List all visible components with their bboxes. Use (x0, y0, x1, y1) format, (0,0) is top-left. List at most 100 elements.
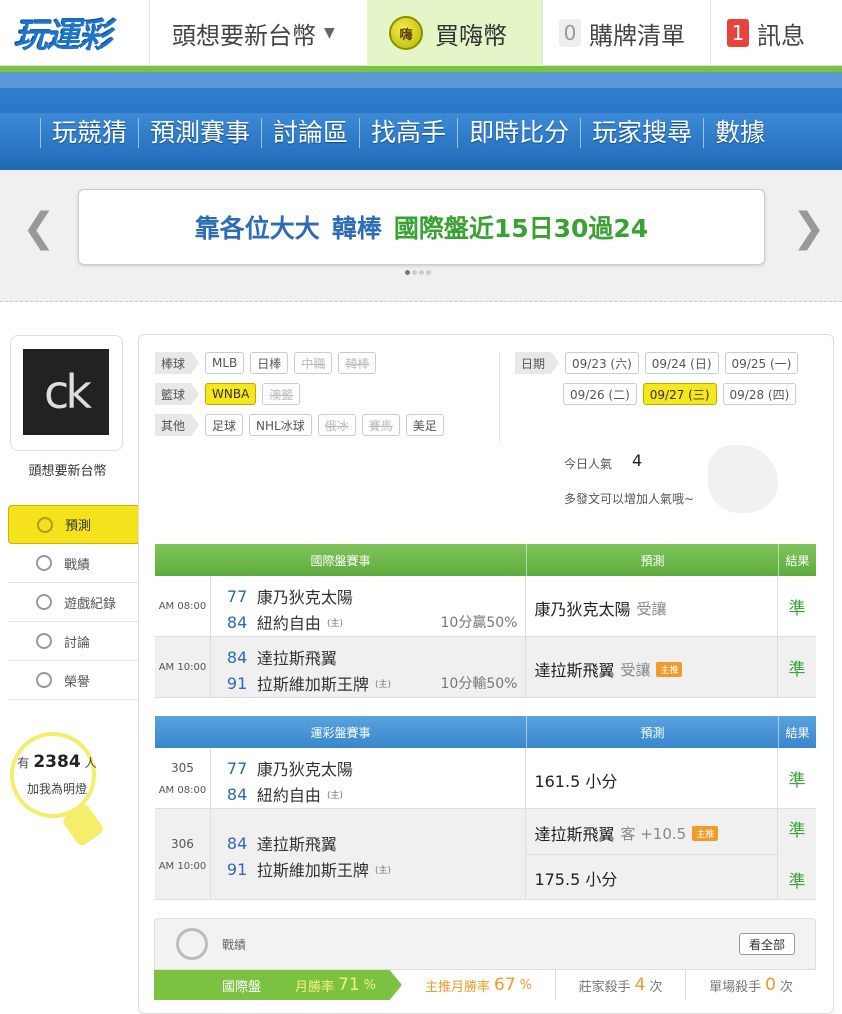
stat-label: 莊家殺手 (578, 979, 631, 995)
team-name[interactable]: 拉斯維加斯王牌 (257, 671, 369, 695)
side-menu-honor[interactable]: 榮譽 (8, 661, 138, 700)
banner-slide[interactable]: 靠各位大大 韓棒 國際盤近15日30過24 (78, 189, 765, 265)
away-team: 77 康乃狄克太陽 (227, 756, 353, 780)
chevron-right-icon[interactable]: ❯ (792, 205, 826, 251)
filter-tag-wnba[interactable]: WNBA (205, 383, 257, 405)
prediction: 175.5 小分 (534, 866, 617, 890)
avatar[interactable]: ck (23, 349, 109, 435)
banner-record: 國際盤近15日30過24 (393, 214, 649, 243)
carousel-dot[interactable] (426, 270, 431, 275)
date-tag[interactable]: 09/23 (六) (565, 352, 639, 374)
team-name[interactable]: 拉斯維加斯王牌 (257, 857, 369, 881)
stat-unit: % (519, 977, 532, 993)
home-marker: (主) (374, 865, 391, 876)
team-number: 84 (226, 612, 248, 632)
follow-label[interactable]: 加我為明燈 (12, 780, 102, 797)
view-all-button[interactable]: 看全部 (739, 933, 795, 955)
team-number: 77 (226, 586, 248, 606)
nav-item-data[interactable]: 數據 (703, 118, 776, 148)
carousel-dot[interactable] (412, 270, 417, 275)
user-menu-dropdown[interactable]: 頭想要新台幣 ▼ (150, 0, 366, 66)
date-label: 日期 (515, 352, 560, 374)
side-menu-discuss[interactable]: 討論 (8, 622, 138, 661)
date-filter-row1: 日期 09/23 (六) 09/24 (日) 09/25 (一) (515, 352, 799, 374)
divider (526, 854, 779, 855)
stat-value: 4 (634, 975, 646, 995)
team-name[interactable]: 達拉斯飛翼 (257, 645, 337, 669)
team-number: 91 (226, 673, 248, 693)
filter-tag-nfl[interactable]: 美足 (405, 414, 444, 436)
team-name[interactable]: 紐約自由 (257, 610, 321, 634)
fans-count[interactable]: 有 2384 人 (12, 752, 102, 772)
team-name[interactable]: 康乃狄克太陽 (257, 756, 353, 780)
record-tab-intl[interactable]: 國際盤 月勝率 71% (154, 970, 402, 1000)
messages-button[interactable]: 1 訊息 (711, 0, 842, 66)
nav-item-forum[interactable]: 討論區 (261, 118, 359, 148)
stat-value: 67 (494, 975, 516, 995)
prediction: 達拉斯飛翼客 +10.5 主推 (534, 821, 719, 845)
away-team: 84 達拉斯飛翼 (227, 645, 337, 669)
site-logo[interactable]: 玩運彩 (14, 8, 136, 56)
game-time: AM 10:00 (155, 637, 211, 697)
side-menu-game-log[interactable]: 遊戲紀錄 (8, 583, 138, 622)
team-number: 77 (226, 758, 248, 778)
home-marker: (主) (326, 618, 343, 629)
nav-item-player-search[interactable]: 玩家搜尋 (580, 118, 703, 148)
home-team: 91 拉斯維加斯王牌 (主) (227, 671, 391, 695)
filter-basketball: 籃球 WNBA 澳籃 (155, 383, 301, 405)
nav-item-experts[interactable]: 找高手 (359, 118, 457, 148)
record-title: 戰績 (222, 938, 247, 952)
filter-tag-npb[interactable]: 日棒 (250, 352, 289, 374)
side-menu-label: 討論 (64, 635, 91, 651)
divider (499, 352, 500, 442)
record-stats: 國際盤 月勝率 71% 主推月勝率 67% 莊家殺手 4 次 單場殺手 0 次 (154, 969, 816, 1000)
date-tag[interactable]: 09/28 (四) (722, 383, 797, 405)
filter-tag-mlb[interactable]: MLB (205, 352, 245, 374)
result-cell: 準 準 (778, 809, 816, 899)
date-tag[interactable]: 09/25 (一) (724, 352, 799, 374)
nav-item-predict[interactable]: 預測賽事 (138, 118, 261, 148)
prediction-team: 康乃狄克太陽 (534, 600, 631, 619)
matchup: 77 康乃狄克太陽 84 紐約自由 (主) (211, 748, 527, 808)
team-name[interactable]: 達拉斯飛翼 (257, 831, 337, 855)
odds-text: 10分贏50% (440, 615, 518, 631)
date-tag-selected[interactable]: 09/27 (三) (642, 383, 717, 405)
filter-tag-soccer[interactable]: 足球 (205, 414, 244, 436)
prediction-note: 客 +10.5 (620, 824, 687, 843)
fans-prefix: 有 (17, 756, 30, 770)
side-menu-predict[interactable]: 預測 (8, 505, 149, 544)
column-header: 國際盤賽事 (155, 544, 527, 576)
team-name[interactable]: 紐約自由 (257, 782, 321, 806)
nav-item-live-score[interactable]: 即時比分 (457, 118, 580, 148)
prediction-text: 161.5 小分 (534, 772, 618, 791)
side-menu-record[interactable]: 戰績 (8, 544, 138, 583)
matchup: 77 康乃狄克太陽 84 紐約自由 (主) 10分贏50% (211, 576, 527, 636)
carousel-dot[interactable] (419, 270, 424, 275)
filter-tag-nbl: 澳籃 (262, 383, 301, 405)
cart-label: 購牌清單 (589, 21, 685, 50)
nav-item-guess[interactable]: 玩競猜 (40, 118, 138, 148)
team-number: 84 (226, 647, 248, 667)
away-team: 84 達拉斯飛翼 (227, 831, 337, 855)
banner-text: 靠各位大大 (194, 214, 320, 243)
date-tag[interactable]: 09/26 (二) (563, 383, 637, 405)
chevron-left-icon[interactable]: ❮ (22, 205, 56, 251)
filter-tag-nhl[interactable]: NHL冰球 (249, 414, 312, 436)
column-header: 預測 (527, 544, 779, 576)
buy-coins-button[interactable]: 嗨 買嗨幣 (367, 0, 542, 66)
cart-count-badge: 0 (559, 19, 581, 47)
game-time: 306 AM 10:00 (155, 809, 211, 899)
team-name[interactable]: 康乃狄克太陽 (257, 584, 353, 608)
home-team: 84 紐約自由 (主) (227, 610, 343, 634)
carousel-dots (405, 270, 431, 275)
side-menu-label: 預測 (65, 519, 92, 534)
date-tag[interactable]: 09/24 (日) (644, 352, 719, 374)
prediction-team: 達拉斯飛翼 (534, 661, 615, 680)
user-menu-label: 頭想要新台幣 (172, 21, 316, 50)
result: 準 (788, 659, 806, 680)
cart-button[interactable]: 0 購牌清單 (543, 0, 710, 66)
fans-suffix: 人 (84, 756, 97, 770)
time-text: AM 10:00 (158, 661, 207, 673)
fans-number: 2384 (33, 752, 81, 772)
carousel-dot[interactable] (405, 270, 410, 275)
